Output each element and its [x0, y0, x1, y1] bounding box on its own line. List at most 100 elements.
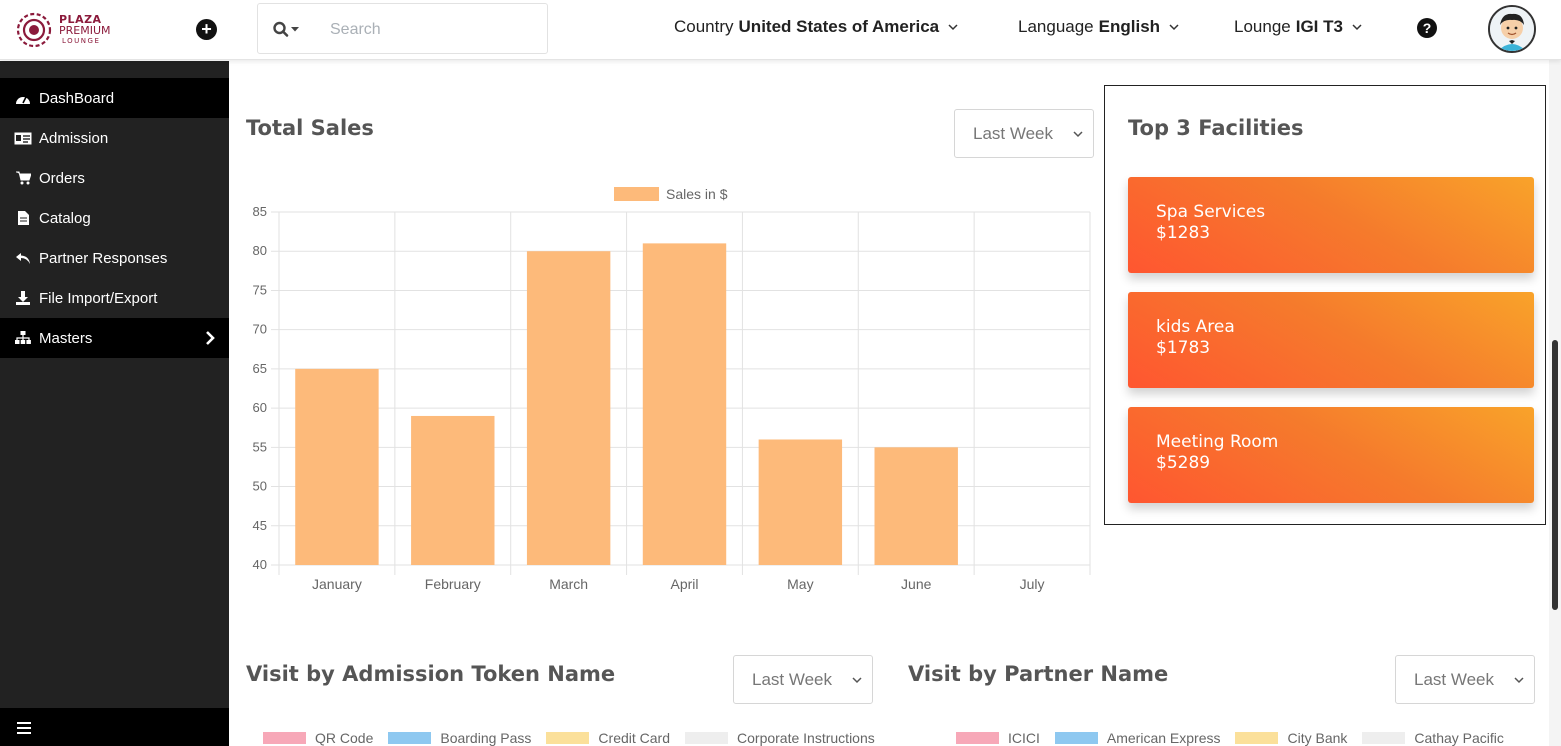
legend-swatch	[263, 732, 306, 744]
lounge-selector[interactable]: Lounge IGI T3	[1234, 17, 1362, 37]
facility-card[interactable]: Spa Services $1283	[1128, 177, 1534, 273]
facility-name: Spa Services	[1156, 202, 1266, 222]
select-value: Last Week	[1414, 670, 1495, 689]
chevron-down-icon	[852, 677, 862, 684]
facility-amount: $1783	[1156, 338, 1211, 358]
legend-swatch	[1235, 732, 1279, 744]
brand-line-3: LOUNGE	[62, 36, 101, 45]
legend-label: Corporate Instructions	[737, 730, 875, 746]
legend-item[interactable]: Cathay Pacific	[1362, 730, 1504, 746]
y-tick-label: 75	[253, 282, 267, 297]
legend-swatch	[614, 187, 659, 201]
legend-swatch	[546, 732, 590, 744]
search-dropdown-icon[interactable]	[273, 21, 303, 39]
legend-label: American Express	[1106, 730, 1221, 746]
language-value: English	[1098, 17, 1161, 36]
legend-item[interactable]: ICICI	[956, 730, 1040, 746]
sidebar-item-label: Masters	[39, 329, 93, 347]
legend-label: Cathay Pacific	[1414, 730, 1504, 746]
facility-name: Meeting Room	[1156, 432, 1279, 452]
facility-card[interactable]: Meeting Room $5289	[1128, 407, 1534, 503]
avatar-face-icon	[1490, 7, 1534, 51]
facility-amount: $1283	[1156, 223, 1211, 243]
y-tick-label: 40	[253, 557, 267, 572]
admission-visits-legend: QR Code Boarding Pass Credit Card Corpor…	[263, 730, 890, 746]
add-new-icon[interactable]: +	[196, 19, 217, 40]
sidebar: DashBoard Admission Orders Catalog Partn…	[0, 61, 229, 746]
y-tick-label: 45	[253, 518, 267, 533]
legend-item[interactable]: American Express	[1054, 730, 1221, 746]
legend-item[interactable]: QR Code	[263, 730, 373, 746]
language-selector[interactable]: Language English	[1018, 17, 1179, 37]
total-sales-chart: 85 80 75 70 65 60 55 50 45 40 January February March…	[253, 186, 1091, 592]
sidebar-item-file-import-export[interactable]: File Import/Export	[0, 278, 229, 318]
y-tick-label: 65	[253, 361, 267, 376]
brand-line-1: PLAZA	[59, 12, 102, 26]
sidebar-item-label: Catalog	[39, 209, 91, 227]
sidebar-item-label: DashBoard	[39, 89, 115, 107]
admission-visits-period-select[interactable]: Last Week	[733, 655, 873, 704]
sidebar-item-partner-responses[interactable]: Partner Responses	[0, 238, 229, 278]
country-value: United States of America	[738, 17, 940, 36]
bar	[411, 415, 495, 565]
scrollbar-thumb[interactable]	[1552, 340, 1558, 610]
legend-label: ICICI	[1008, 730, 1040, 746]
legend-swatch	[685, 732, 729, 744]
y-tick-label: 60	[253, 400, 267, 415]
language-label: Language	[1018, 17, 1094, 36]
x-tick-label: March	[549, 576, 588, 592]
legend-item[interactable]: Boarding Pass	[388, 730, 531, 746]
chevron-down-icon	[1514, 677, 1524, 684]
legend-item[interactable]: City Bank	[1235, 730, 1347, 746]
bar	[758, 439, 843, 565]
legend-swatch	[388, 732, 432, 744]
legend-swatch	[1362, 732, 1406, 744]
facility-card[interactable]: kids Area $1783	[1128, 292, 1534, 388]
hamburger-menu-icon[interactable]	[17, 722, 31, 734]
legend-label: Boarding Pass	[440, 730, 532, 746]
x-tick-label: January	[312, 576, 362, 592]
sidebar-item-catalog[interactable]: Catalog	[0, 198, 229, 238]
user-avatar[interactable]	[1488, 5, 1536, 53]
facility-name: kids Area	[1156, 317, 1235, 337]
brand-line-2: PREMIUM	[59, 23, 111, 37]
sitemap-icon	[14, 331, 32, 345]
y-tick-label: 80	[253, 243, 267, 258]
sidebar-item-masters[interactable]: Masters	[0, 318, 229, 358]
chevron-down-icon	[1352, 24, 1362, 31]
search-input[interactable]	[330, 18, 530, 42]
brand-logo[interactable]: PLAZA PREMIUM LOUNGE	[16, 10, 136, 50]
legend-label: City Bank	[1287, 730, 1348, 746]
partner-visits-title: Visit by Partner Name	[908, 662, 1169, 686]
partner-visits-period-select[interactable]: Last Week	[1395, 655, 1535, 704]
bar	[642, 243, 727, 565]
facility-amount: $5289	[1156, 453, 1211, 473]
legend-item[interactable]: Credit Card	[546, 730, 670, 746]
x-tick-label: April	[670, 576, 698, 592]
dashboard-icon	[14, 91, 32, 105]
sidebar-item-admission[interactable]: Admission	[0, 118, 229, 158]
legend-item[interactable]: Corporate Instructions	[685, 730, 875, 746]
sidebar-item-label: Admission	[39, 129, 109, 147]
main-content: Total Sales Last Week 85 80 75 70 65 60 55 50 45…	[229, 61, 1549, 746]
top-facilities-title: Top 3 Facilities	[1128, 116, 1304, 140]
id-card-icon	[14, 131, 32, 145]
y-tick-label: 70	[253, 322, 267, 337]
lounge-value: IGI T3	[1295, 17, 1343, 36]
admission-visits-title: Visit by Admission Token Name	[246, 662, 616, 686]
help-icon[interactable]: ?	[1417, 18, 1437, 38]
country-label: Country	[674, 17, 734, 36]
sidebar-item-dashboard[interactable]: DashBoard	[0, 78, 229, 118]
bar	[295, 368, 379, 565]
top-facilities-panel: Top 3 Facilities Spa Services $1283 kids…	[1104, 85, 1546, 525]
chevron-right-icon	[206, 331, 215, 345]
lounge-label: Lounge	[1234, 17, 1291, 36]
page-scrollbar[interactable]	[1549, 60, 1561, 746]
cart-icon	[14, 171, 32, 185]
search-box	[257, 3, 548, 54]
bar	[874, 447, 958, 565]
sidebar-item-orders[interactable]: Orders	[0, 158, 229, 198]
country-selector[interactable]: Country United States of America	[674, 17, 958, 37]
download-icon	[14, 291, 32, 305]
x-tick-label: July	[1020, 576, 1045, 592]
